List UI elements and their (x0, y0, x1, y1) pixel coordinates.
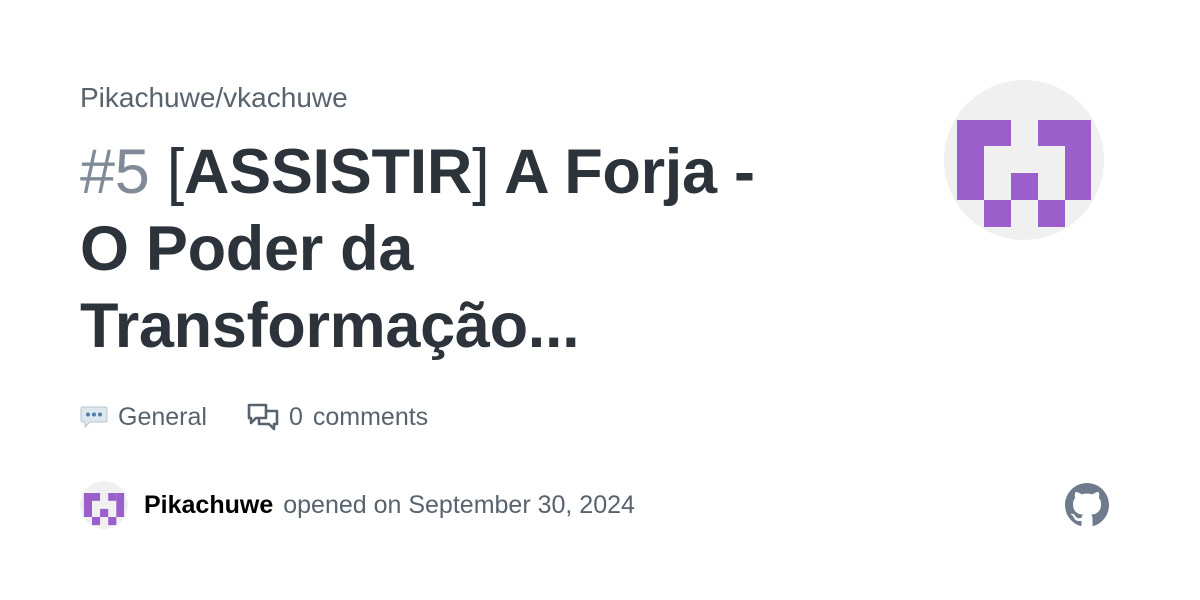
speech-bubble-dots-icon (80, 404, 108, 430)
issue-title: #5 [ASSISTIR] A Forja - O Poder da Transfo… (80, 134, 820, 365)
comment-count: 0 (288, 403, 303, 431)
title-bracket-text: ASSISTIR (183, 137, 473, 207)
title-bracket-close: ] (472, 137, 490, 207)
title-line-2: O Poder da (80, 214, 414, 284)
title-line-3: Transformação... (80, 291, 580, 361)
author-name[interactable]: Pikachuwe (144, 480, 273, 530)
comment-discussion-icon (247, 402, 279, 432)
author-row: Pikachuwe opened on September 30, 2024 (80, 480, 635, 530)
repo-owner-avatar[interactable] (944, 80, 1104, 240)
repository-name[interactable]: Pikachuwe/vkachuwe (80, 80, 348, 116)
issue-number: #5 (80, 137, 150, 207)
identicon-small (83, 493, 125, 526)
author-avatar[interactable] (80, 481, 128, 529)
title-bracket-open: [ (166, 137, 185, 207)
category-label[interactable]: General (118, 398, 207, 436)
discussion-meta: General 0 comments (80, 398, 428, 436)
identicon-large (957, 120, 1091, 227)
comments-label: comments (312, 403, 429, 431)
opened-date-text: opened on September 30, 2024 (283, 491, 635, 519)
github-icon (1065, 483, 1109, 532)
title-line-1-rest: A Forja - (489, 137, 755, 207)
